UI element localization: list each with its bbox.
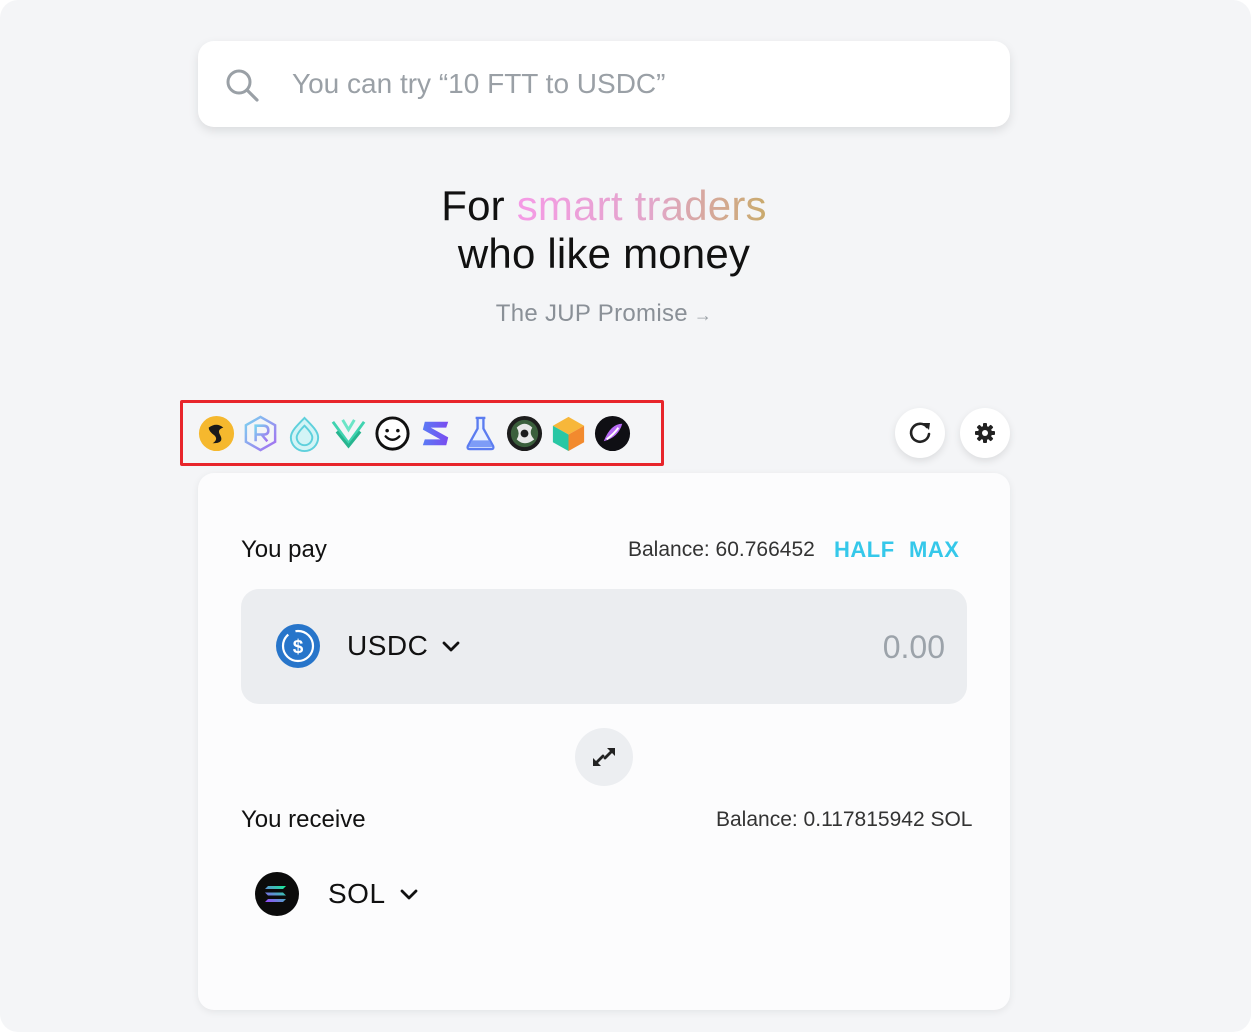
mercurial-icon[interactable] (505, 414, 544, 453)
pay-amount-input[interactable] (705, 627, 945, 667)
hero-line-1: For smart traders (0, 182, 1208, 230)
swap-card: You pay Balance: 60.766452 HALF MAX $ US… (198, 473, 1010, 1010)
raydium-icon[interactable] (241, 414, 280, 453)
pay-token-select[interactable]: $ USDC (275, 623, 462, 669)
half-button[interactable]: HALF (834, 537, 895, 563)
search-input[interactable] (292, 63, 972, 105)
refresh-button[interactable] (895, 408, 945, 458)
hero-heading: For smart traders who like money (0, 182, 1208, 278)
pay-label: You pay (241, 536, 327, 563)
pay-balance: Balance: 60.766452 (628, 538, 815, 561)
sol-icon (255, 872, 299, 916)
orca-icon[interactable] (285, 414, 324, 453)
svg-text:$: $ (293, 637, 304, 658)
receive-balance: Balance: 0.117815942 SOL (716, 808, 973, 831)
chevron-down-icon (400, 889, 417, 900)
promise-link[interactable]: The JUP Promise → (0, 300, 1208, 328)
lifinity-icon[interactable] (461, 414, 500, 453)
search-icon (226, 69, 259, 102)
pay-input-box: $ USDC (241, 589, 967, 704)
pay-token-name: USDC (347, 630, 429, 661)
max-button[interactable]: MAX (909, 537, 959, 563)
saber-icon[interactable] (197, 414, 236, 453)
arrow-right-icon: → (693, 305, 713, 325)
flip-swap-button[interactable] (575, 728, 633, 786)
receive-token-select[interactable]: SOL (254, 871, 420, 917)
app-frame: For smart traders who like money The JUP… (0, 0, 1251, 1032)
receive-label: You receive (241, 806, 366, 833)
hero-line-2: who like money (457, 230, 751, 277)
hero-prefix: For (441, 182, 505, 229)
cykura-icon[interactable] (593, 414, 632, 453)
gear-icon (975, 423, 995, 443)
aldrin-icon[interactable] (329, 414, 368, 453)
dex-icons-row (180, 400, 664, 466)
cube-dex-icon[interactable] (549, 414, 588, 453)
settings-button[interactable] (960, 408, 1010, 458)
promise-link-label: The JUP Promise (495, 300, 688, 327)
search-bar[interactable] (198, 41, 1010, 127)
smiley-dex-icon[interactable] (373, 414, 412, 453)
receive-token-name: SOL (328, 878, 386, 909)
refresh-icon (909, 422, 931, 444)
serum-icon[interactable] (417, 414, 456, 453)
swap-arrows-icon (593, 748, 615, 766)
chevron-down-icon (442, 641, 460, 652)
usdc-icon: $ (276, 624, 320, 668)
hero-highlight: smart traders (516, 182, 767, 229)
